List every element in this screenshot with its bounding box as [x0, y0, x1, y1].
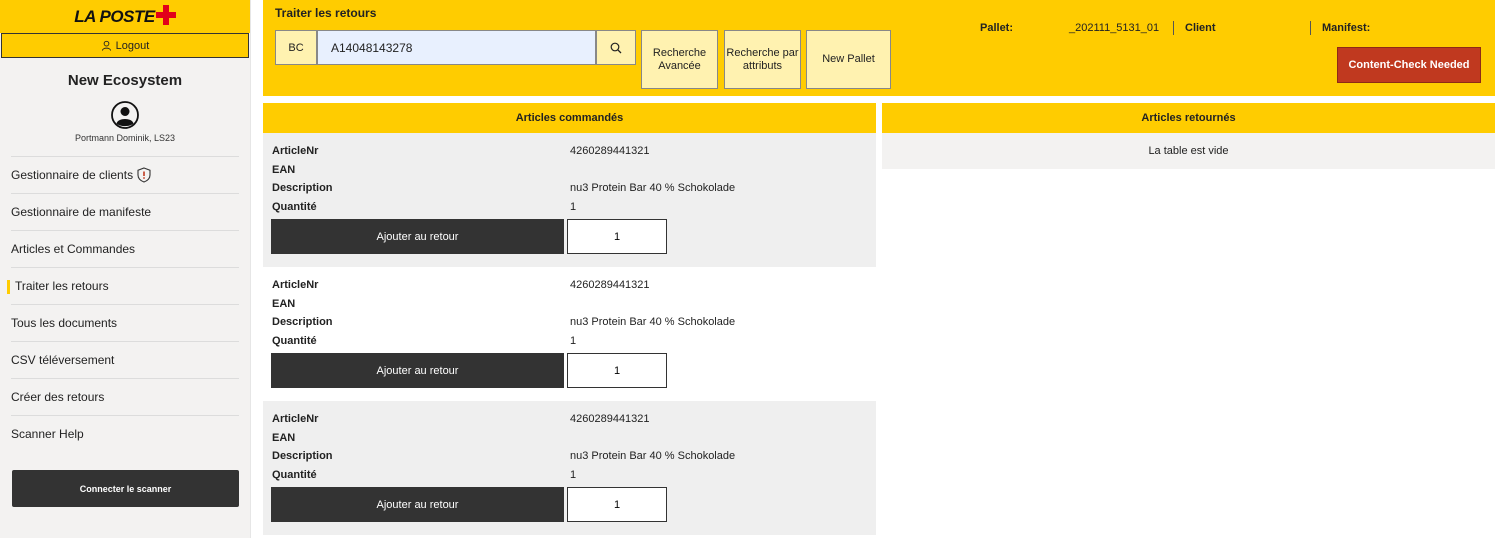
- advanced-search-button[interactable]: Recherche Avancée: [641, 30, 718, 89]
- description-label: Description: [272, 316, 333, 329]
- article-number-value: 4260289441321: [570, 413, 650, 426]
- description-value: nu3 Protein Bar 40 % Schokolade: [570, 182, 736, 195]
- new-pallet-button[interactable]: New Pallet: [806, 30, 891, 89]
- divider: [1173, 21, 1174, 35]
- ordered-articles-panel: Articles commandés ArticleNr 426028944132…: [263, 103, 876, 538]
- sidebar-item-label: Tous les documents: [11, 316, 118, 330]
- barcode-type-selector[interactable]: BC: [275, 30, 317, 65]
- sidebar-item-clients[interactable]: Gestionnaire de clients: [11, 156, 239, 193]
- la-poste-logo[interactable]: LA POSTE: [74, 4, 176, 27]
- divider: [1310, 21, 1311, 35]
- article-item: ArticleNr 4260289441321 EAN Description nu…: [263, 267, 876, 401]
- ordered-articles-header: Articles commandés: [263, 103, 876, 133]
- article-item: ArticleNr 4260289441321 EAN Description nu…: [263, 401, 876, 535]
- article-number-value: 4260289441321: [570, 279, 650, 292]
- connect-scanner-button[interactable]: Connecter le scanner: [12, 470, 239, 507]
- quantity-value: 1: [570, 200, 577, 213]
- sidebar-item-csv-upload[interactable]: CSV téléversement: [11, 341, 239, 378]
- new-pallet-label: New Pallet: [822, 53, 875, 65]
- attribute-search-label: Recherche par attributs: [726, 46, 799, 72]
- sidebar-item-label: Gestionnaire de manifeste: [11, 205, 152, 219]
- sidebar-nav: Gestionnaire de clients Gestionnaire de …: [0, 156, 250, 452]
- returned-articles-panel: Articles retournés La table est vide: [882, 103, 1495, 538]
- return-quantity-input[interactable]: [567, 353, 667, 388]
- ean-label: EAN: [272, 431, 296, 444]
- user-name: Portmann Dominik, LS23: [74, 133, 176, 143]
- sidebar-item-label: Gestionnaire de clients: [11, 168, 134, 182]
- add-to-return-button[interactable]: Ajouter au retour: [271, 487, 564, 522]
- advanced-search-label: Recherche Avancée: [652, 46, 707, 72]
- article-number-value: 4260289441321: [570, 145, 650, 158]
- page-title: Traiter les retours: [275, 6, 377, 20]
- quantity-label: Quantité: [272, 468, 317, 481]
- sidebar-item-label: Créer des retours: [11, 390, 105, 404]
- description-value: nu3 Protein Bar 40 % Schokolade: [570, 450, 736, 463]
- pallet-value: _202111_5131_01: [1069, 22, 1160, 34]
- quantity-value: 1: [570, 468, 577, 481]
- sidebar-item-label: Articles et Commandes: [11, 242, 136, 256]
- ecosystem-title: New Ecosystem: [67, 72, 183, 89]
- description-value: nu3 Protein Bar 40 % Schokolade: [570, 316, 736, 329]
- article-number-label: ArticleNr: [272, 413, 319, 426]
- avatar-icon[interactable]: [111, 101, 139, 129]
- shield-icon: [137, 167, 151, 183]
- ean-label: EAN: [272, 297, 296, 310]
- article-number-label: ArticleNr: [272, 145, 319, 158]
- description-label: Description: [272, 450, 333, 463]
- sidebar-item-create-returns[interactable]: Créer des retours: [11, 378, 239, 415]
- quantity-label: Quantité: [272, 334, 317, 347]
- search-button[interactable]: [596, 30, 636, 65]
- logo-text: LA POSTE: [74, 6, 155, 26]
- sidebar: LA POSTE Logout New Ecosystem Portmann D…: [0, 0, 251, 538]
- search-icon: [610, 42, 622, 53]
- add-to-return-button[interactable]: Ajouter au retour: [271, 219, 564, 254]
- sidebar-item-label: Scanner Help: [11, 427, 84, 441]
- sidebar-item-manifests[interactable]: Gestionnaire de manifeste: [11, 193, 239, 230]
- logo-area: LA POSTE: [0, 0, 250, 33]
- pallet-label: Pallet:: [980, 22, 1014, 34]
- sidebar-item-label: CSV téléversement: [11, 353, 115, 367]
- quantity-label: Quantité: [272, 200, 317, 213]
- sidebar-item-articles[interactable]: Articles et Commandes: [11, 230, 239, 267]
- logout-button[interactable]: Logout: [1, 33, 249, 58]
- add-to-return-button[interactable]: Ajouter au retour: [271, 353, 564, 388]
- description-label: Description: [272, 182, 333, 195]
- article-item: ArticleNr 4260289441321 EAN Description nu…: [263, 133, 876, 267]
- user-icon: [101, 40, 111, 51]
- search-toolbar: Traiter les retours BC Recherche Avancée…: [263, 0, 1495, 96]
- client-label: Client: [1185, 22, 1216, 34]
- empty-table-message: La table est vide: [882, 133, 1495, 169]
- ean-label: EAN: [272, 163, 296, 176]
- returned-articles-header: Articles retournés: [882, 103, 1495, 133]
- quantity-value: 1: [570, 334, 577, 347]
- return-quantity-input[interactable]: [567, 487, 667, 522]
- attribute-search-button[interactable]: Recherche par attributs: [724, 30, 801, 89]
- barcode-search-input[interactable]: [317, 30, 596, 65]
- sidebar-item-scanner-help[interactable]: Scanner Help: [11, 415, 239, 452]
- sidebar-item-documents[interactable]: Tous les documents: [11, 304, 239, 341]
- manifest-label: Manifest:: [1322, 22, 1371, 34]
- sidebar-item-returns[interactable]: Traiter les retours: [7, 267, 239, 304]
- sidebar-item-label: Traiter les retours: [15, 279, 109, 293]
- return-quantity-input[interactable]: [567, 219, 667, 254]
- swiss-cross-icon: [155, 4, 176, 25]
- content-check-button[interactable]: Content-Check Needed: [1337, 47, 1481, 83]
- article-number-label: ArticleNr: [272, 279, 319, 292]
- logout-label: Logout: [115, 39, 150, 52]
